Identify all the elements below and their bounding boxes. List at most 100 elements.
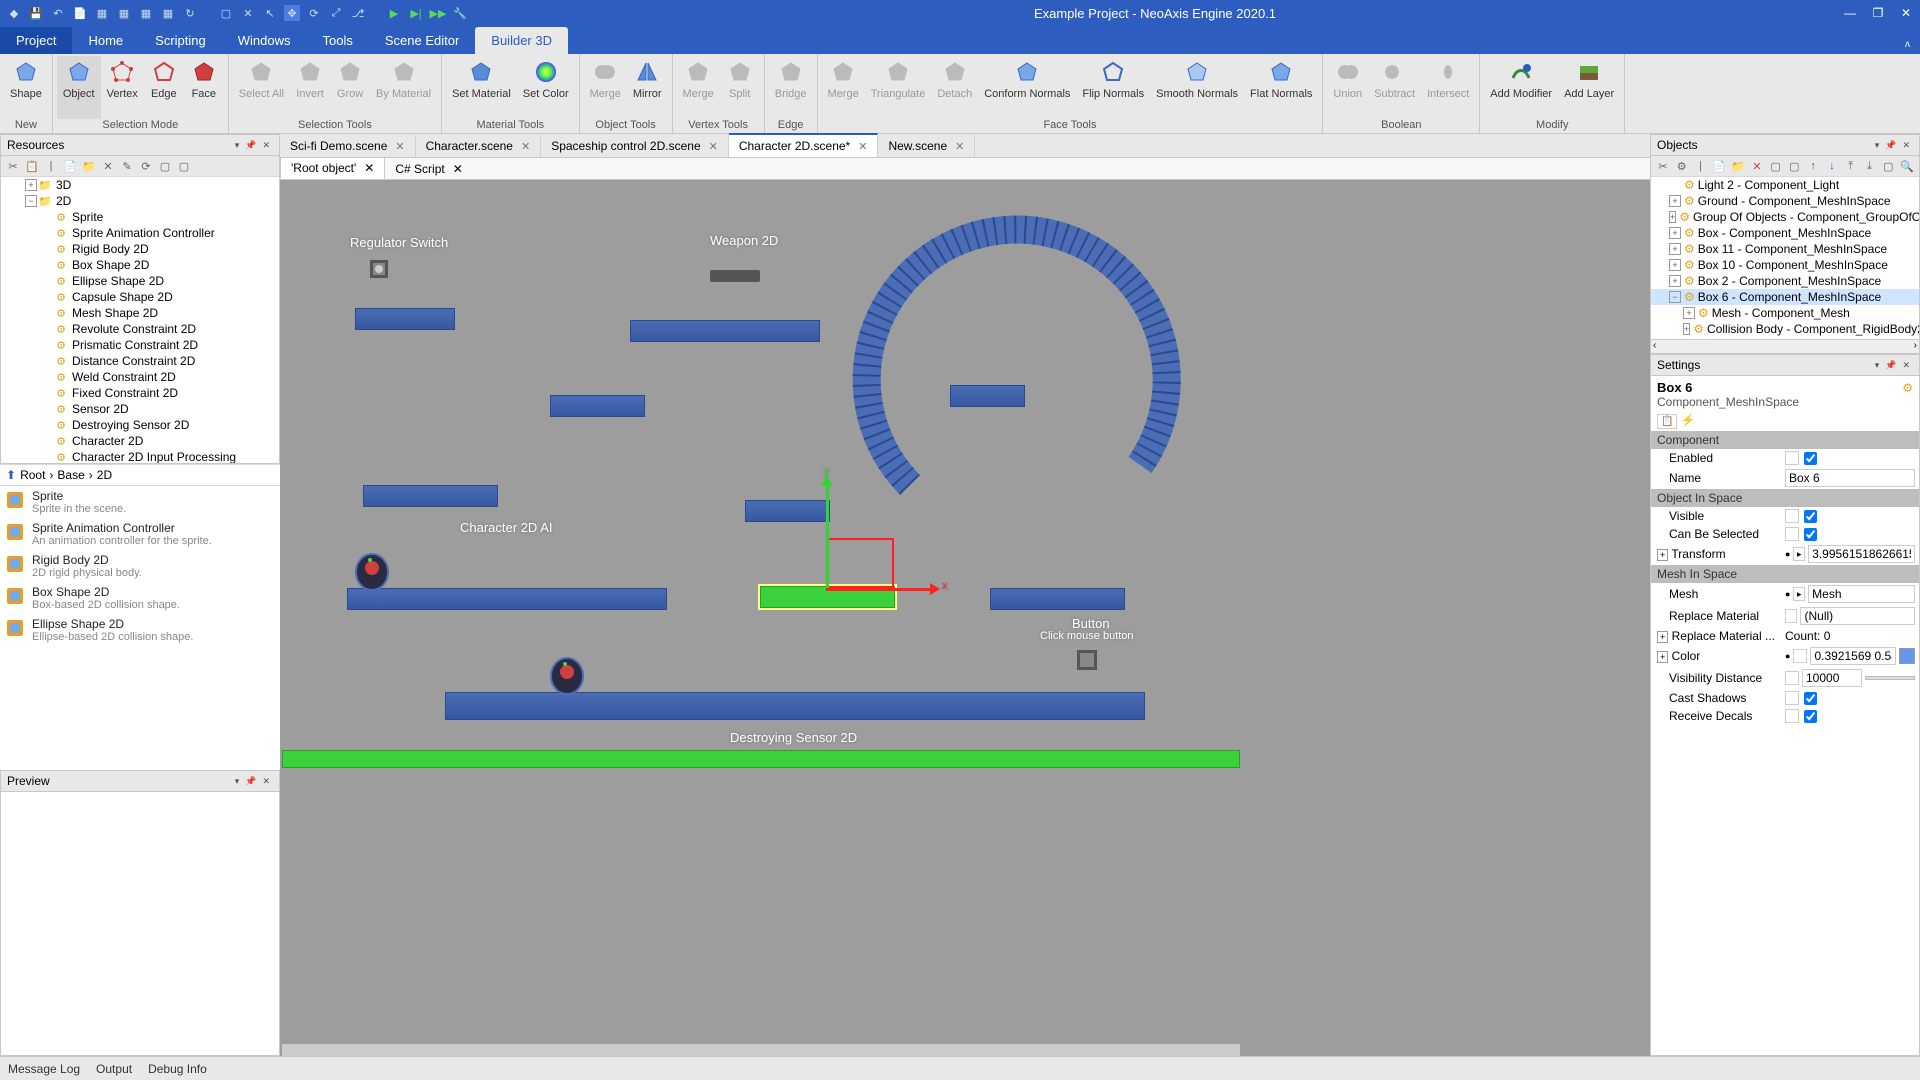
- close-icon[interactable]: ✕: [1892, 0, 1920, 26]
- object-tree-item[interactable]: +⚙Collision Body - Component_RigidBody2D: [1651, 321, 1919, 337]
- ribbon-flat-normals[interactable]: Flat Normals: [1244, 56, 1318, 119]
- ribbon-detach[interactable]: Detach: [931, 56, 978, 119]
- tb-run-icon[interactable]: ▶▶: [430, 5, 446, 21]
- ribbon-set-material[interactable]: Set Material: [446, 56, 517, 119]
- ribbon-collapse-icon[interactable]: ᴧ: [1895, 35, 1920, 54]
- tb-icon[interactable]: ✕: [240, 5, 256, 21]
- tree-item[interactable]: ⚙Revolute Constraint 2D: [1, 321, 279, 337]
- panel-dropdown-icon[interactable]: ▾: [232, 776, 243, 787]
- prop-visdist-input[interactable]: [1802, 669, 1862, 687]
- tb-icon[interactable]: 📁: [1730, 158, 1746, 174]
- file-tab[interactable]: Sci-fi Demo.scene✕: [280, 135, 416, 157]
- tb-rotate-icon[interactable]: ⟳: [306, 5, 322, 21]
- prop-enabled-checkbox[interactable]: [1804, 452, 1817, 465]
- panel-close-icon[interactable]: ✕: [1899, 360, 1913, 371]
- tree-item[interactable]: ⚙Character 2D Input Processing: [1, 449, 279, 463]
- color-swatch[interactable]: [1899, 648, 1915, 664]
- ribbon-by-material[interactable]: By Material: [370, 56, 437, 119]
- tb-play-icon[interactable]: ▶: [386, 5, 402, 21]
- ribbon-split-vtx[interactable]: Split: [720, 56, 760, 119]
- file-tab[interactable]: New.scene✕: [878, 135, 975, 157]
- tree-item[interactable]: ⚙Mesh Shape 2D: [1, 305, 279, 321]
- ribbon-merge-obj[interactable]: Merge: [584, 56, 627, 119]
- tb-icon[interactable]: ▢: [218, 5, 234, 21]
- menu-builder-3d[interactable]: Builder 3D: [475, 27, 568, 54]
- viewport-3d[interactable]: Regulator Switch Weapon 2D Builder 3D y …: [280, 180, 1650, 1056]
- object-tree-item[interactable]: +⚙Group Of Objects - Component_GroupOfOb…: [1651, 209, 1919, 225]
- object-tree-item[interactable]: ⚙Light 2 - Component_Light: [1651, 177, 1919, 193]
- ribbon-add-modifier[interactable]: Add Modifier: [1484, 56, 1558, 119]
- ribbon-invert[interactable]: Invert: [290, 56, 330, 119]
- tb-undo-icon[interactable]: ↶: [50, 5, 66, 21]
- file-tab[interactable]: Spaceship control 2D.scene✕: [541, 135, 729, 157]
- tb-icon[interactable]: ⟳: [138, 158, 154, 174]
- tb-delete-icon[interactable]: ✕: [1749, 158, 1765, 174]
- tb-icon[interactable]: ▢: [1768, 158, 1784, 174]
- tb-cursor-icon[interactable]: ↖: [262, 5, 278, 21]
- object-tree-item[interactable]: −⚙Box 6 - Component_MeshInSpace: [1651, 289, 1919, 305]
- tree-item[interactable]: ⚙Fixed Constraint 2D: [1, 385, 279, 401]
- ribbon-smooth-normals[interactable]: Smooth Normals: [1150, 56, 1244, 119]
- tb-icon[interactable]: 📁: [81, 158, 97, 174]
- tb-icon[interactable]: ✂: [5, 158, 21, 174]
- ribbon-bridge[interactable]: Bridge: [769, 56, 813, 119]
- bottom-message-log[interactable]: Message Log: [8, 1062, 80, 1076]
- tb-save-icon[interactable]: 💾: [28, 5, 44, 21]
- ribbon-merge-face[interactable]: Merge: [822, 56, 865, 119]
- breadcrumb[interactable]: ⬆ Root› Base› 2D: [0, 464, 280, 486]
- file-tab[interactable]: Character 2D.scene*✕: [729, 133, 879, 157]
- viewport-scrollbar[interactable]: [282, 1044, 1240, 1056]
- detail-item[interactable]: Sprite Animation ControllerAn animation …: [0, 518, 280, 550]
- ribbon-vertex[interactable]: Vertex: [101, 56, 144, 119]
- tb-icon[interactable]: ⤒: [1843, 158, 1859, 174]
- objects-scrollbar[interactable]: ‹›: [1651, 339, 1919, 353]
- tb-icon[interactable]: 📄: [1711, 158, 1727, 174]
- menu-scene-editor[interactable]: Scene Editor: [369, 27, 475, 54]
- prop-color-input[interactable]: [1810, 647, 1896, 665]
- panel-close-icon[interactable]: ✕: [259, 140, 273, 151]
- settings-icon[interactable]: 📋: [1657, 414, 1677, 429]
- tree-item[interactable]: ⚙Sensor 2D: [1, 401, 279, 417]
- tb-down-icon[interactable]: ↓: [1824, 158, 1840, 174]
- bottom-debug-info[interactable]: Debug Info: [148, 1062, 207, 1076]
- sub-tab[interactable]: C# Script✕: [385, 159, 472, 179]
- tab-close-icon[interactable]: ✕: [395, 140, 404, 153]
- home-icon[interactable]: ⬆: [6, 468, 16, 482]
- panel-pin-icon[interactable]: 📌: [242, 776, 259, 787]
- object-tree-item[interactable]: +⚙Ground - Component_MeshInSpace: [1651, 193, 1919, 209]
- tb-move-icon[interactable]: ✥: [284, 5, 300, 21]
- tab-close-icon[interactable]: ✕: [955, 140, 964, 153]
- gear-icon[interactable]: ⚙: [1902, 381, 1913, 395]
- tb-step-icon[interactable]: ▶|: [408, 5, 424, 21]
- prop-castshad-checkbox[interactable]: [1804, 692, 1817, 705]
- tree-item[interactable]: ⚙Ellipse Shape 2D: [1, 273, 279, 289]
- ribbon-mirror[interactable]: Mirror: [627, 56, 668, 119]
- menu-windows[interactable]: Windows: [222, 27, 307, 54]
- tree-item[interactable]: ⚙Box Shape 2D: [1, 257, 279, 273]
- tree-item[interactable]: ⚙Rigid Body 2D: [1, 241, 279, 257]
- tab-close-icon[interactable]: ✕: [453, 162, 463, 176]
- menu-tools[interactable]: Tools: [306, 27, 368, 54]
- ribbon-flip-normals[interactable]: Flip Normals: [1076, 56, 1150, 119]
- maximize-icon[interactable]: ❐: [1864, 0, 1892, 26]
- detail-item[interactable]: Ellipse Shape 2DEllipse-based 2D collisi…: [0, 614, 280, 646]
- tb-icon[interactable]: ▦: [94, 5, 110, 21]
- ribbon-triangulate[interactable]: Triangulate: [865, 56, 932, 119]
- tb-axis-icon[interactable]: ⎇: [350, 5, 366, 21]
- tb-icon[interactable]: ▢: [157, 158, 173, 174]
- ribbon-select-all[interactable]: Select All: [233, 56, 290, 119]
- panel-dropdown-icon[interactable]: ▾: [1872, 360, 1883, 371]
- panel-close-icon[interactable]: ✕: [1899, 140, 1913, 151]
- object-tree-item[interactable]: +⚙Box 10 - Component_MeshInSpace: [1651, 257, 1919, 273]
- detail-item[interactable]: Box Shape 2DBox-based 2D collision shape…: [0, 582, 280, 614]
- tb-new-icon[interactable]: 📄: [72, 5, 88, 21]
- tb-icon[interactable]: ▢: [176, 158, 192, 174]
- tree-item[interactable]: ⚙Capsule Shape 2D: [1, 289, 279, 305]
- panel-dropdown-icon[interactable]: ▾: [1872, 140, 1883, 151]
- menu-project[interactable]: Project: [0, 27, 72, 54]
- tree-item[interactable]: ⚙Weld Constraint 2D: [1, 369, 279, 385]
- tab-close-icon[interactable]: ✕: [858, 140, 867, 153]
- prop-visdist-slider[interactable]: [1865, 676, 1915, 680]
- minimize-icon[interactable]: —: [1836, 0, 1864, 26]
- object-tree-item[interactable]: +⚙Box 2 - Component_MeshInSpace: [1651, 273, 1919, 289]
